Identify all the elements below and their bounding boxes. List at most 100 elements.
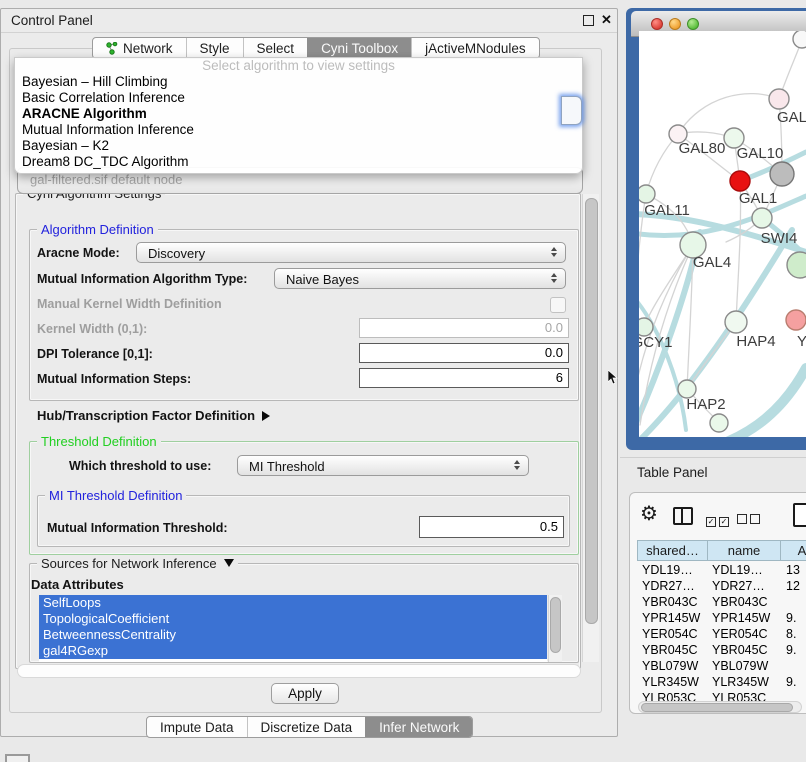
table-cell[interactable]: YER054C	[712, 627, 768, 641]
table-cell[interactable]: YDL19…	[642, 563, 693, 577]
checked-boxes-icon[interactable]: ✓✓	[706, 511, 732, 529]
table-cell[interactable]: YBR045C	[642, 643, 698, 657]
network-edge[interactable]	[722, 368, 806, 437]
table-cell[interactable]: YLR345W	[712, 675, 769, 689]
close-red-icon[interactable]	[651, 18, 663, 30]
partial-bottom-button[interactable]	[5, 754, 30, 762]
table-cell[interactable]: YBR045C	[712, 643, 768, 657]
table-cell[interactable]: 8.	[786, 627, 796, 641]
table-cell[interactable]: 13	[786, 563, 800, 577]
tab-infer-network[interactable]: Infer Network	[365, 717, 472, 737]
attribute-item-topologicalcoefficient[interactable]: TopologicalCoefficient	[39, 611, 547, 627]
sources-title[interactable]: Sources for Network Inference	[37, 556, 238, 571]
mi-type-select[interactable]: Naive Bayes	[274, 268, 566, 289]
mi-threshold-group-title: MI Threshold Definition	[45, 488, 186, 503]
node-pink[interactable]	[769, 89, 789, 109]
table-cell[interactable]: YBL079W	[642, 659, 698, 673]
network-canvas[interactable]: GALGAL80GAL10GAL1GAL11SWI4GAL4GCY1HAP4YH…	[639, 31, 806, 437]
table-cell[interactable]: YPR145W	[712, 611, 770, 625]
dpi-tolerance-field[interactable]: 0.0	[359, 343, 569, 363]
tab-label: Style	[200, 41, 230, 56]
hub-definition-toggle[interactable]: Hub/Transcription Factor Definition	[37, 408, 270, 423]
dropdown-item-dream8-dc-tdc-algorithm[interactable]: Dream8 DC_TDC Algorithm	[15, 154, 582, 170]
table-cell[interactable]: YDR27…	[712, 579, 765, 593]
attributes-scrollbar[interactable]	[548, 595, 562, 662]
node-GAL11[interactable]	[639, 185, 655, 203]
tab-select[interactable]: Select	[243, 38, 308, 58]
node-HAP4[interactable]	[725, 311, 747, 333]
table-cell[interactable]: 9.	[786, 611, 796, 625]
manual-kernel-checkbox[interactable]	[550, 297, 566, 313]
mi-steps-field[interactable]: 6	[359, 368, 569, 388]
apply-button[interactable]: Apply	[271, 683, 339, 704]
collapse-arrow-icon[interactable]	[224, 559, 234, 567]
which-threshold-select[interactable]: MI Threshold	[237, 455, 529, 476]
zoom-green-icon[interactable]	[687, 18, 699, 30]
node-gray[interactable]	[770, 162, 794, 186]
tab-network[interactable]: Network	[93, 38, 186, 58]
network-selector-value: gal-filtered.sif default node	[30, 172, 182, 187]
mi-threshold-field[interactable]: 0.5	[419, 516, 564, 538]
unchecked-boxes-icon[interactable]	[737, 511, 763, 529]
table-scrollbar-thumb[interactable]	[641, 703, 793, 712]
table-cell[interactable]: YDR27…	[642, 579, 695, 593]
node-label-GAL11: GAL11	[644, 202, 690, 219]
focused-combo-fragment[interactable]	[561, 96, 582, 125]
dropdown-item-bayesian-k2[interactable]: Bayesian – K2	[15, 138, 582, 154]
table-cell[interactable]: YDL19…	[712, 563, 763, 577]
dropdown-item-bayesian-hill-climbing[interactable]: Bayesian – Hill Climbing	[15, 74, 582, 90]
minimize-yellow-icon[interactable]	[669, 18, 681, 30]
table-cell[interactable]: YBL079W	[712, 659, 768, 673]
dropdown-item-basic-correlation-inference[interactable]: Basic Correlation Inference	[15, 90, 582, 106]
network-edge[interactable]	[678, 94, 779, 134]
table-cell[interactable]: YBR043C	[712, 595, 768, 609]
tab-label: jActiveMNodules	[425, 41, 526, 56]
node-salmon[interactable]	[786, 310, 806, 330]
column-header-third[interactable]: A	[780, 540, 806, 561]
data-attributes-label: Data Attributes	[31, 577, 124, 592]
dropdown-item-aracne-algorithm[interactable]: ARACNE Algorithm	[15, 106, 582, 122]
column-header-name[interactable]: name	[707, 540, 781, 561]
node-label-GAL80: GAL80	[679, 140, 726, 157]
dropdown-item-mutual-information-inference[interactable]: Mutual Information Inference	[15, 122, 582, 138]
attributes-scrollbar-thumb[interactable]	[550, 597, 561, 653]
tab-jactivemnodules[interactable]: jActiveMNodules	[411, 38, 539, 58]
data-attributes-list[interactable]: SelfLoopsTopologicalCoefficientBetweenne…	[39, 595, 547, 662]
tab-discretize-data[interactable]: Discretize Data	[247, 717, 366, 737]
table-cell[interactable]: 9.	[786, 675, 796, 689]
table-cell[interactable]: 9.	[786, 643, 796, 657]
gear-icon[interactable]: ⚙	[640, 504, 658, 524]
mi-type-label: Mutual Information Algorithm Type:	[37, 272, 247, 286]
table-cell[interactable]: YLR345W	[642, 675, 699, 689]
table-cell[interactable]: 12	[786, 579, 800, 593]
table-cell[interactable]: YBR043C	[642, 595, 698, 609]
float-window-icon[interactable]	[583, 15, 594, 26]
expand-arrow-icon[interactable]	[262, 411, 270, 421]
node-red[interactable]	[730, 171, 750, 191]
table-file-icon[interactable]	[793, 503, 806, 527]
node-SWI4[interactable]	[752, 208, 772, 228]
tab-style[interactable]: Style	[186, 38, 243, 58]
settings-horizontal-scrollbar[interactable]	[17, 664, 581, 678]
table-cell[interactable]: YER054C	[642, 627, 698, 641]
node-right-green[interactable]	[787, 252, 806, 278]
attribute-item-gal4rgexp[interactable]: gal4RGexp	[39, 643, 547, 659]
network-edge[interactable]	[646, 134, 678, 194]
table-cell[interactable]: YPR145W	[642, 611, 700, 625]
node-bottom-partial[interactable]	[710, 414, 728, 432]
network-edge[interactable]	[687, 322, 736, 389]
settings-scrollbar-thumb[interactable]	[585, 198, 598, 624]
close-icon[interactable]: ✕	[601, 12, 612, 28]
tab-cyni-toolbox[interactable]: Cyni Toolbox	[307, 38, 411, 58]
node-top-partial[interactable]	[793, 31, 806, 48]
attribute-item-betweennesscentrality[interactable]: BetweennessCentrality	[39, 627, 547, 643]
settings-vertical-scrollbar[interactable]	[582, 194, 599, 662]
tab-impute-data[interactable]: Impute Data	[147, 717, 247, 737]
bottom-tab-bar: Impute DataDiscretize DataInfer Network	[146, 716, 473, 738]
table-horizontal-scrollbar[interactable]	[638, 701, 802, 713]
columns-icon[interactable]	[673, 507, 693, 525]
column-header-shared-name[interactable]: shared…	[637, 540, 708, 561]
attribute-item-selfloops[interactable]: SelfLoops	[39, 595, 547, 611]
kernel-width-field[interactable]: 0.0	[359, 318, 569, 338]
aracne-mode-select[interactable]: Discovery	[136, 242, 566, 263]
